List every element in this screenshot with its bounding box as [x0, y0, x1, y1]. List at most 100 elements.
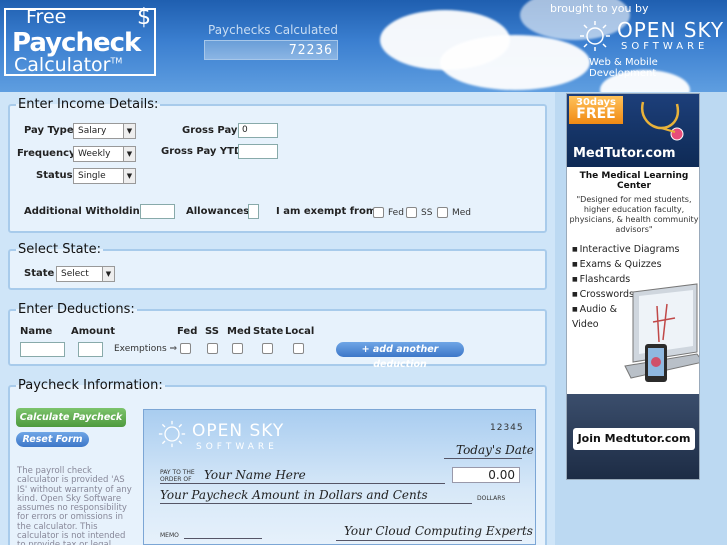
check-memo-line	[184, 538, 262, 539]
pay-type-label: Pay Type	[24, 125, 74, 136]
pay-type-select[interactable]: Salary ▼	[73, 123, 136, 139]
deduction-amount-input[interactable]	[78, 342, 103, 357]
status-label: Status	[36, 170, 73, 181]
frequency-select[interactable]: Weekly ▼	[73, 146, 136, 162]
state-select[interactable]: Select ▼	[56, 266, 115, 282]
state-label: State	[24, 268, 55, 279]
site-logo[interactable]: Free Paycheck CalculatorTM	[4, 6, 156, 76]
check-dollars-label: DOLLARS	[477, 495, 506, 502]
gross-ytd-label: Gross Pay YTD	[161, 146, 243, 157]
exemptions-label: Exemptions ⇒	[114, 344, 178, 354]
deduction-ss-checkbox[interactable]	[207, 343, 218, 354]
add-deduction-button[interactable]: + add another deduction	[336, 342, 464, 370]
sun-icon	[580, 21, 610, 51]
deductions-legend: Enter Deductions:	[18, 302, 135, 317]
withholding-label: Additional Witholding	[24, 206, 147, 217]
exempt-ss-checkbox[interactable]	[406, 207, 417, 218]
medtutor-ad[interactable]: 30days FREE MedTutor.com The Medical Lea…	[566, 93, 700, 480]
check-date: Today's Date	[456, 443, 534, 457]
deduction-local-checkbox[interactable]	[293, 343, 304, 354]
chevron-down-icon: ▼	[123, 169, 135, 183]
check-signature: Your Cloud Computing Experts	[344, 524, 533, 538]
company-sub: SOFTWARE	[621, 41, 709, 52]
check-amount: 0.00	[452, 467, 520, 483]
deduction-med-checkbox[interactable]	[232, 343, 243, 354]
chevron-down-icon: ▼	[123, 147, 135, 161]
allowances-input[interactable]	[248, 204, 259, 219]
check-signature-line	[336, 540, 522, 541]
reset-form-button[interactable]: Reset Form	[16, 432, 89, 447]
sun-icon	[158, 420, 186, 448]
income-legend: Enter Income Details:	[18, 97, 159, 112]
calculate-paycheck-button[interactable]: Calculate Paycheck	[16, 408, 126, 427]
ad-banner: 30days FREE MedTutor.com	[567, 94, 699, 167]
ad-feature-item: Interactive Diagrams	[572, 242, 680, 257]
deduction-fed-header: Fed	[177, 326, 198, 337]
laptop-icon	[624, 283, 699, 382]
paycheck-preview: OPEN SKY SOFTWARE 12345 Today's Date PAY…	[143, 409, 536, 545]
counter-value: 72236	[288, 43, 333, 58]
logo-free-text: Free	[26, 6, 67, 28]
disclaimer-text: The payroll check calculator is provided…	[17, 466, 132, 545]
exempt-label: I am exempt from:	[276, 206, 381, 217]
ad-free-badge: 30days FREE	[569, 96, 623, 124]
check-company-sub: SOFTWARE	[196, 442, 278, 452]
counter-display: 72236	[204, 40, 338, 60]
exempt-med-label: Med	[452, 208, 472, 218]
deduction-fed-checkbox[interactable]	[180, 343, 191, 354]
brought-by-text: brought to you by	[550, 2, 649, 15]
ad-brand: MedTutor.com	[573, 146, 676, 161]
tagline: Web & Mobile Development	[589, 57, 658, 79]
chevron-down-icon: ▼	[123, 124, 135, 138]
join-medtutor-button[interactable]: Join Medtutor.com	[573, 428, 695, 450]
ad-badge-free: FREE	[576, 106, 616, 122]
state-legend: Select State:	[18, 242, 102, 257]
logo-calculator-text: CalculatorTM	[14, 54, 123, 76]
deduction-state-header: State	[253, 326, 284, 337]
deduction-name-header: Name	[20, 326, 53, 337]
gross-ytd-input[interactable]	[238, 144, 278, 159]
exempt-fed-checkbox[interactable]	[373, 207, 384, 218]
exempt-med-checkbox[interactable]	[437, 207, 448, 218]
dollar-icon: $	[137, 5, 151, 30]
frequency-value: Weekly	[78, 149, 111, 159]
deduction-state-checkbox[interactable]	[262, 343, 273, 354]
check-company-name: OPEN SKY	[192, 421, 285, 441]
status-select[interactable]: Single ▼	[73, 168, 136, 184]
check-pay-to-label: PAY TO THE ORDER OF	[160, 469, 195, 483]
deduction-amount-header: Amount	[71, 326, 116, 337]
check-memo-label: MEMO	[160, 532, 179, 539]
deduction-med-header: Med	[227, 326, 251, 337]
check-amount-words: Your Paycheck Amount in Dollars and Cent…	[160, 488, 428, 502]
exempt-ss-label: SS	[421, 208, 433, 218]
cloud-decoration	[440, 35, 590, 90]
gross-pay-input[interactable]: 0	[238, 123, 278, 138]
company-name: OPEN SKY	[617, 18, 725, 42]
header: Free Paycheck CalculatorTM $ Paychecks C…	[0, 0, 727, 92]
deduction-local-header: Local	[285, 326, 315, 337]
exempt-fed-label: Fed	[388, 208, 404, 218]
gross-pay-label: Gross Pay	[182, 125, 238, 136]
paycheck-legend: Paycheck Information:	[18, 378, 163, 393]
deduction-ss-header: SS	[205, 326, 219, 337]
check-payee: Your Name Here	[204, 468, 306, 482]
check-words-line	[160, 503, 472, 504]
status-value: Single	[78, 171, 106, 181]
ad-quote: "Designed for med students, higher educa…	[569, 195, 699, 234]
stethoscope-icon	[640, 101, 684, 141]
state-value: Select	[61, 269, 89, 279]
check-number: 12345	[490, 423, 524, 433]
check-payee-line	[160, 483, 445, 484]
ad-feature-item: Audio & Video	[572, 302, 622, 332]
allowances-label: Allowances	[186, 206, 250, 217]
ad-center-title: The Medical Learning Center	[579, 171, 689, 191]
frequency-label: Frequency	[17, 148, 76, 159]
pay-type-value: Salary	[78, 126, 107, 136]
deduction-name-input[interactable]	[20, 342, 65, 357]
counter-label: Paychecks Calculated	[208, 23, 339, 37]
chevron-down-icon: ▼	[102, 267, 114, 281]
ad-feature-item: Exams & Quizzes	[572, 257, 680, 272]
check-date-line	[444, 458, 522, 459]
withholding-input[interactable]	[140, 204, 175, 219]
open-sky-logo[interactable]: OPEN SKY SOFTWARE	[577, 16, 725, 56]
